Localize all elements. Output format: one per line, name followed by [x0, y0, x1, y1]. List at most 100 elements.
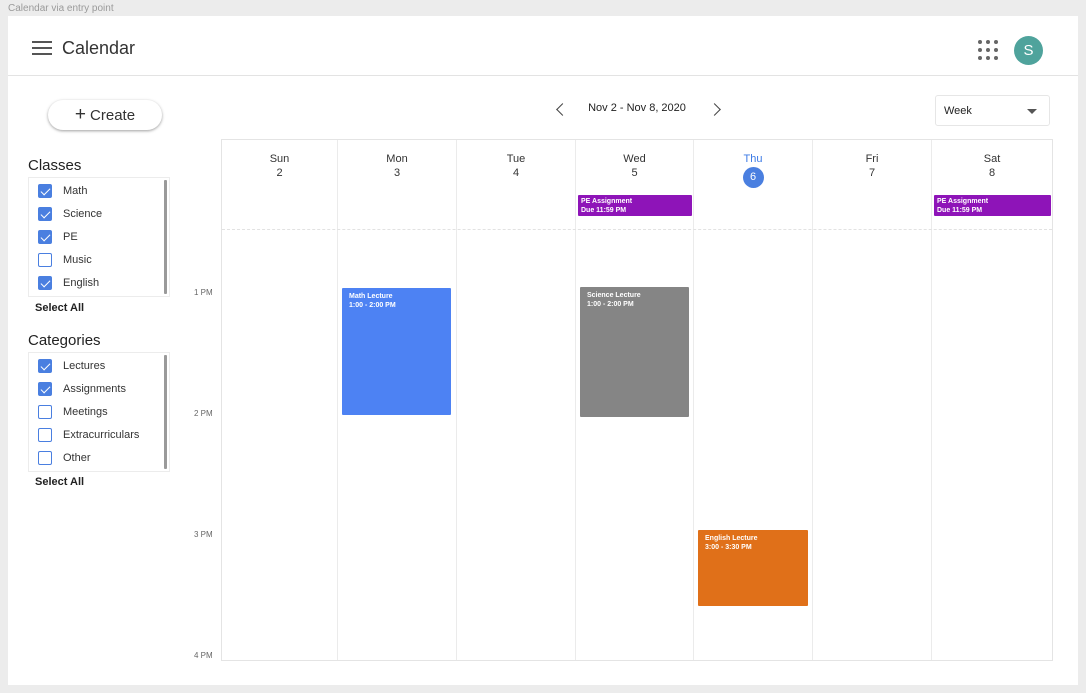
class-item-science[interactable]: Science: [38, 206, 102, 222]
checkbox[interactable]: [38, 276, 52, 290]
plus-icon: +: [74, 103, 87, 125]
class-label: English: [63, 277, 100, 289]
column-divider: [693, 140, 694, 660]
day-header-wed[interactable]: Wed 5: [576, 152, 693, 180]
event-title: Science Lecture: [587, 292, 641, 299]
time-label: 3 PM: [194, 530, 213, 539]
day-name: Sat: [983, 153, 1001, 165]
event-time: Due 11:59 PM: [937, 207, 983, 214]
event-title: PE Assignment: [937, 198, 989, 205]
class-item-music[interactable]: Music: [38, 252, 92, 268]
apps-grid-icon[interactable]: [978, 40, 998, 60]
page-title: Calendar: [62, 38, 136, 58]
class-item-english[interactable]: English: [38, 275, 99, 291]
category-item-lectures[interactable]: Lectures: [38, 358, 105, 374]
top-bar: Calendar S: [8, 16, 1078, 76]
event-pe-assignment-wed[interactable]: PE Assignment Due 11:59 PM: [578, 195, 692, 216]
event-english-lecture[interactable]: English Lecture 3:00 - 3:30 PM: [698, 530, 808, 606]
day-header-tue[interactable]: Tue 4: [457, 152, 575, 180]
day-header-sun[interactable]: Sun 2: [222, 152, 337, 180]
event-time: Due 11:59 PM: [581, 207, 627, 214]
category-item-assignments[interactable]: Assignments: [38, 381, 126, 397]
categories-list: Lectures Assignments Meetings Extracurri…: [28, 352, 170, 472]
column-divider: [575, 140, 576, 660]
class-item-pe[interactable]: PE: [38, 229, 78, 245]
day-name: Fri: [865, 153, 879, 165]
checkbox[interactable]: [38, 359, 52, 373]
event-time: 1:00 - 2:00 PM: [349, 302, 396, 309]
day-header-mon[interactable]: Mon 3: [338, 152, 456, 180]
event-title: English Lecture: [705, 535, 758, 542]
checkbox[interactable]: [38, 405, 52, 419]
date-range: Nov 2 - Nov 8, 2020: [588, 102, 686, 114]
day-header-fri[interactable]: Fri 7: [813, 152, 931, 180]
classes-scrollbar[interactable]: [164, 180, 167, 294]
category-label: Extracurriculars: [63, 429, 140, 441]
day-number: 8: [988, 167, 996, 179]
class-item-math[interactable]: Math: [38, 183, 87, 199]
time-label: 4 PM: [194, 651, 213, 660]
day-name: Thu: [743, 153, 763, 165]
checkbox[interactable]: [38, 382, 52, 396]
classes-select-all[interactable]: Select All: [35, 302, 84, 314]
frame-label: Calendar via entry point: [8, 3, 114, 14]
avatar[interactable]: S: [1014, 36, 1043, 65]
day-name: Sun: [269, 153, 290, 165]
event-title: PE Assignment: [581, 198, 633, 205]
category-item-meetings[interactable]: Meetings: [38, 404, 108, 420]
time-label: 2 PM: [194, 409, 213, 418]
category-label: Lectures: [63, 360, 106, 372]
chevron-right-icon[interactable]: [708, 100, 724, 120]
column-divider: [456, 140, 457, 660]
checkbox[interactable]: [38, 253, 52, 267]
all-day-divider: [222, 229, 1052, 230]
today-day-number: 6: [742, 167, 764, 188]
column-divider: [931, 140, 932, 660]
categories-title: Categories: [28, 332, 101, 349]
column-divider: [337, 140, 338, 660]
view-select-value: Week: [944, 105, 972, 117]
week-grid: Sun 2 Mon 3 Tue 4 Wed 5 Thu 6 Fri 7 Sat …: [221, 139, 1053, 661]
day-number: 3: [393, 167, 401, 179]
checkbox[interactable]: [38, 451, 52, 465]
time-label: 1 PM: [194, 288, 213, 297]
day-number: 2: [276, 167, 283, 179]
create-button[interactable]: + Create: [48, 100, 162, 130]
checkbox[interactable]: [38, 184, 52, 198]
category-label: Other: [63, 452, 91, 464]
classes-list: Math Science PE Music English: [28, 177, 170, 297]
event-time: 1:00 - 2:00 PM: [587, 301, 634, 308]
category-item-other[interactable]: Other: [38, 450, 91, 466]
class-label: Music: [63, 254, 92, 266]
calendar-app: Calendar S + Create Classes Math Science…: [8, 16, 1078, 685]
event-math-lecture[interactable]: Math Lecture 1:00 - 2:00 PM: [342, 288, 451, 415]
day-number: 5: [631, 167, 638, 179]
category-label: Meetings: [63, 406, 108, 418]
caret-down-icon: [1027, 109, 1037, 114]
class-label: Science: [63, 208, 103, 220]
class-label: PE: [63, 231, 78, 243]
categories-select-all[interactable]: Select All: [35, 476, 84, 488]
checkbox[interactable]: [38, 230, 52, 244]
checkbox[interactable]: [38, 428, 52, 442]
view-select[interactable]: Week: [935, 95, 1050, 126]
create-label: Create: [90, 106, 136, 124]
chevron-left-icon[interactable]: [553, 100, 569, 120]
category-item-extracurriculars[interactable]: Extracurriculars: [38, 427, 139, 443]
day-name: Mon: [386, 153, 408, 165]
menu-icon[interactable]: [32, 41, 52, 55]
day-header-sat[interactable]: Sat 8: [932, 152, 1052, 180]
day-name: Tue: [506, 153, 526, 165]
categories-scrollbar[interactable]: [164, 355, 167, 469]
column-divider: [812, 140, 813, 660]
checkbox[interactable]: [38, 207, 52, 221]
event-science-lecture[interactable]: Science Lecture 1:00 - 2:00 PM: [580, 287, 689, 417]
event-time: 3:00 - 3:30 PM: [705, 544, 752, 551]
event-title: Math Lecture: [349, 293, 393, 300]
class-label: Math: [63, 185, 88, 197]
event-pe-assignment-sat[interactable]: PE Assignment Due 11:59 PM: [934, 195, 1051, 216]
day-header-thu[interactable]: Thu 6: [694, 152, 812, 188]
day-number: 4: [512, 167, 520, 179]
day-name: Wed: [623, 153, 646, 165]
day-number: 7: [868, 167, 876, 179]
